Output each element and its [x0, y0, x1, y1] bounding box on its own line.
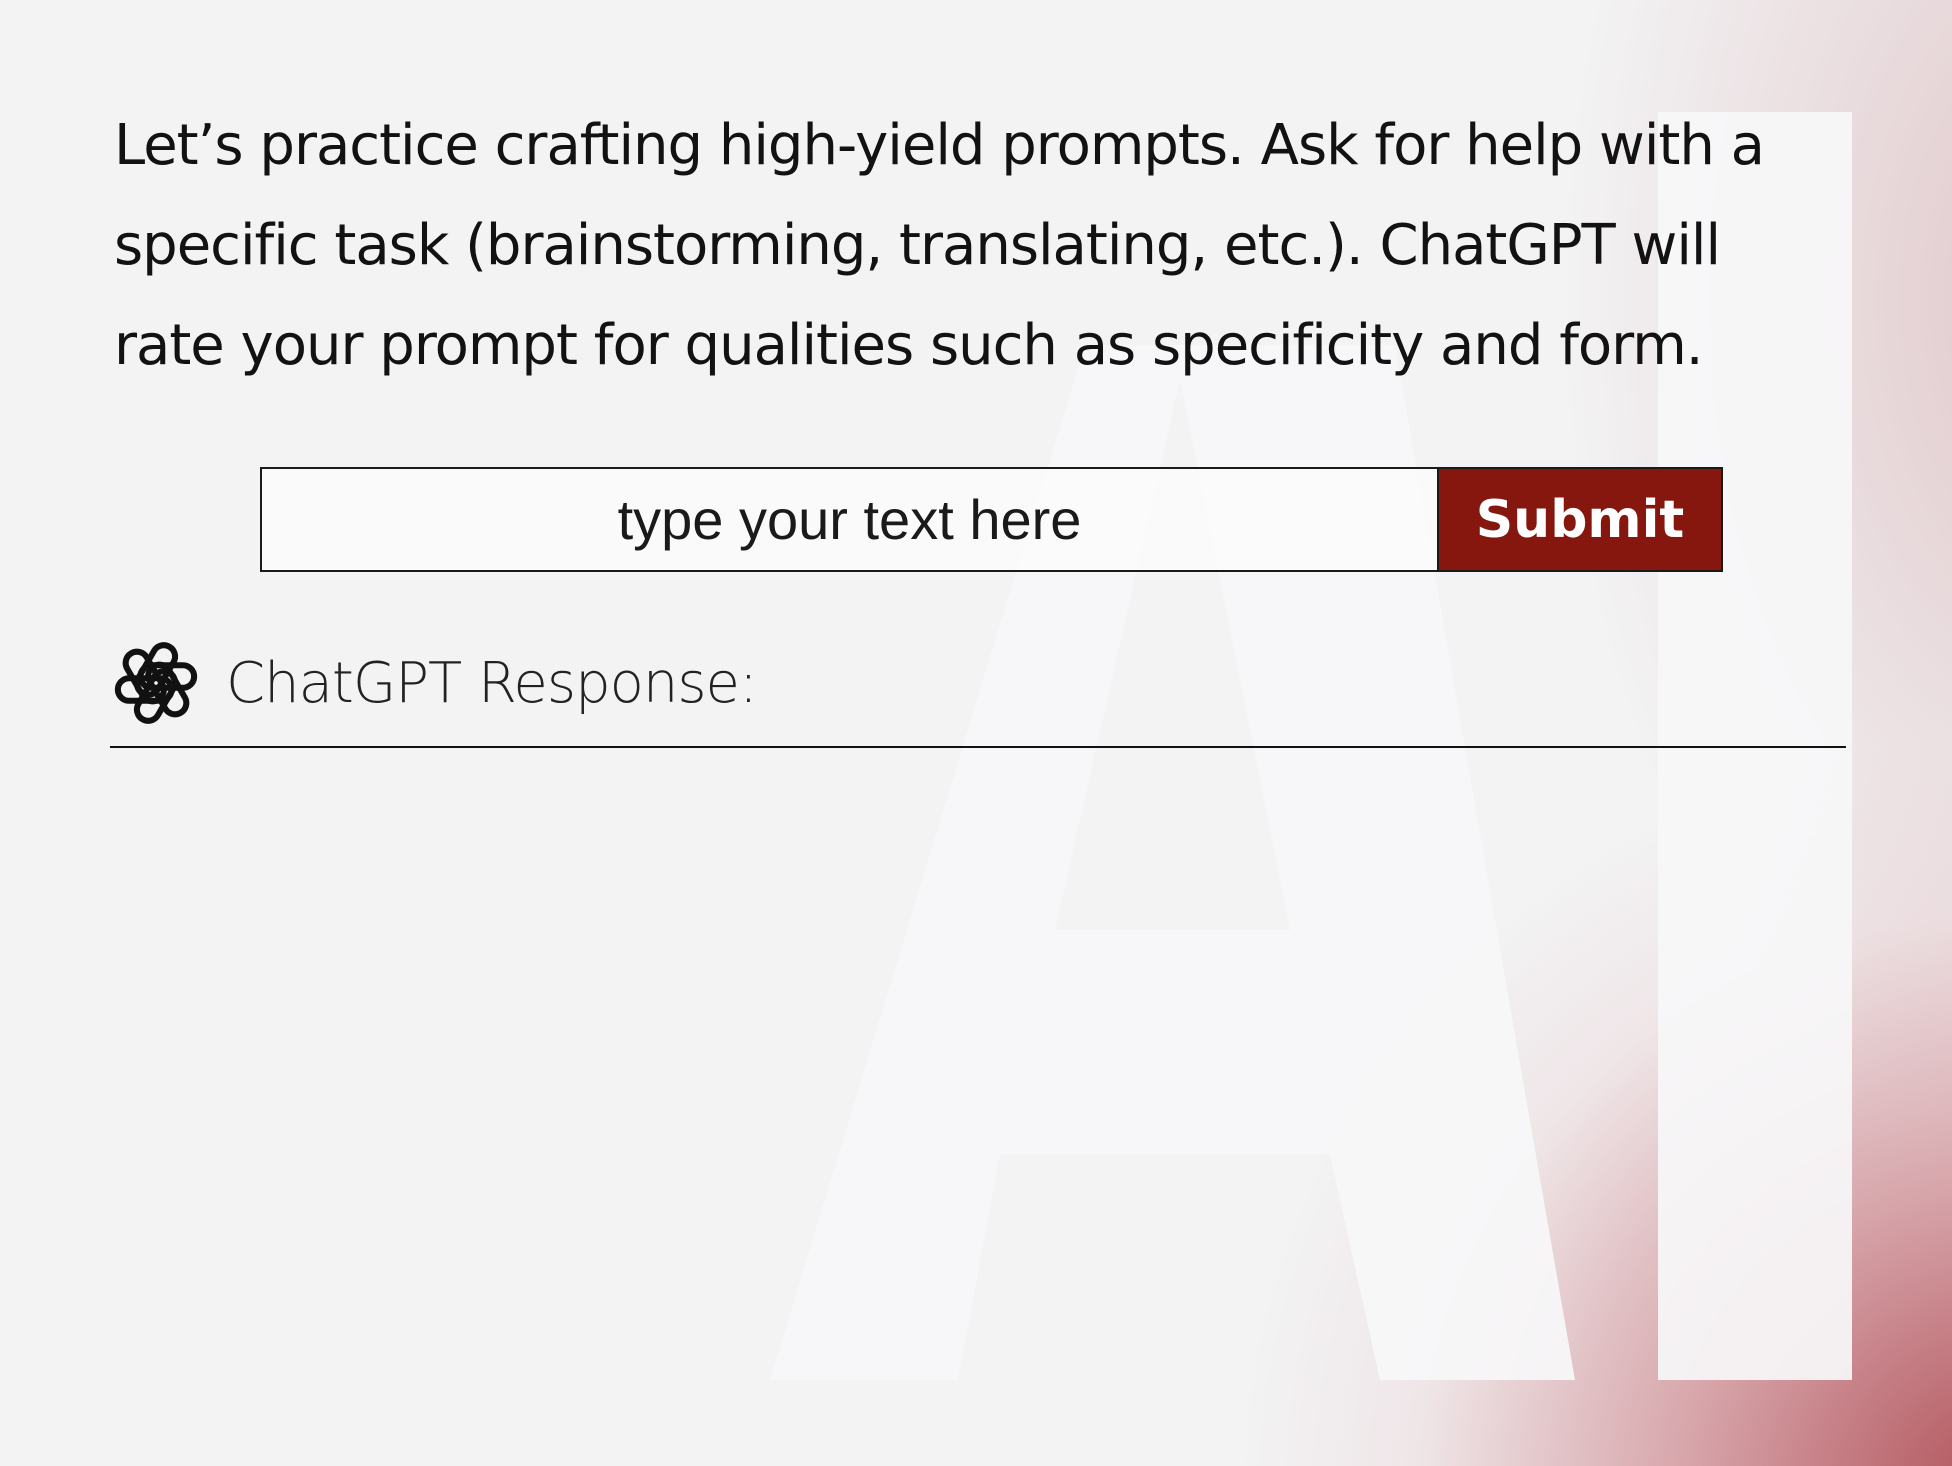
- response-divider: [110, 746, 1846, 748]
- intro-instructions: Let’s practice crafting high-yield promp…: [114, 113, 1765, 378]
- main-content: Let’s practice crafting high-yield promp…: [0, 0, 1952, 1466]
- response-header: ChatGPT Response:: [104, 630, 758, 736]
- submit-button[interactable]: Submit: [1439, 467, 1723, 572]
- prompt-input[interactable]: [260, 467, 1439, 572]
- prompt-input-row: Submit: [260, 467, 1723, 572]
- response-output: [114, 770, 1844, 1370]
- openai-logo-icon: [114, 642, 198, 724]
- response-label: ChatGPT Response:: [226, 650, 758, 716]
